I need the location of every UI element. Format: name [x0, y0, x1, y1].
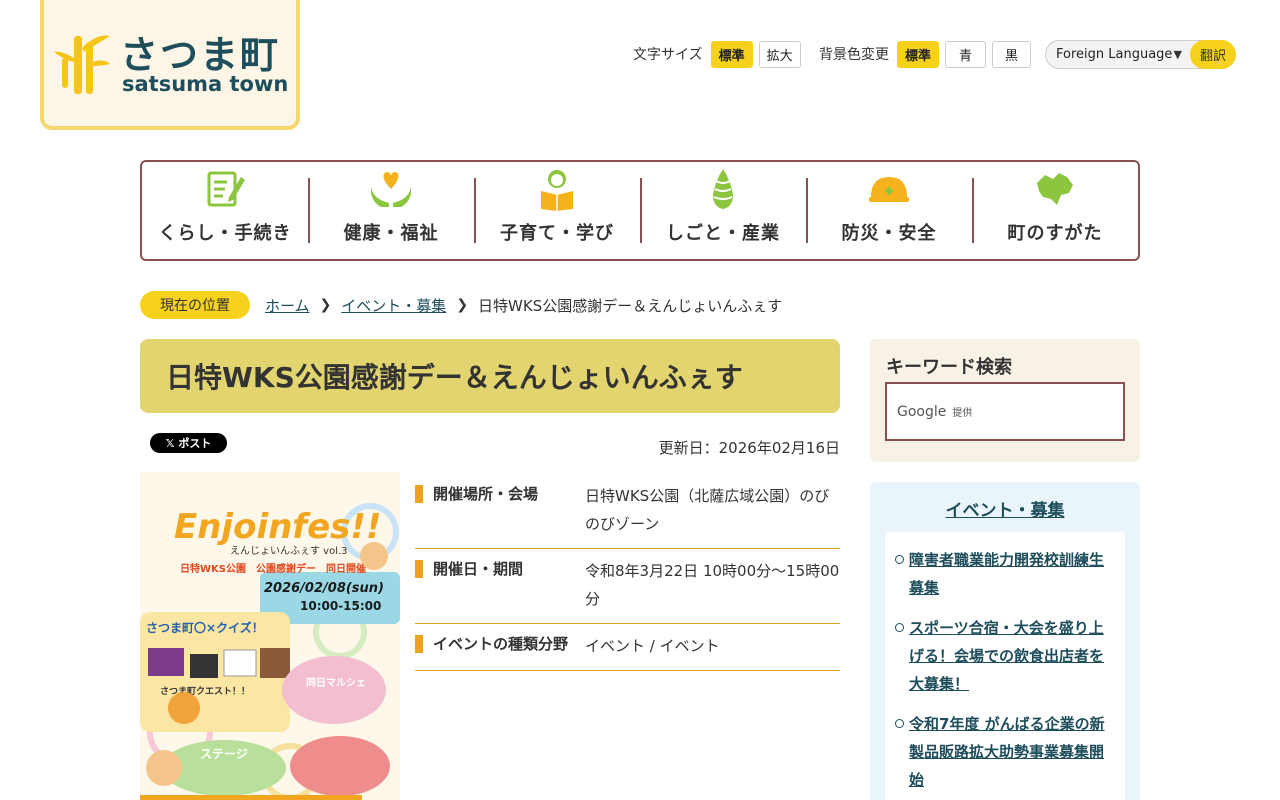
- poster-sub: えんじょいんふぇす vol.3: [230, 545, 348, 557]
- bamboo-logo-icon: [54, 35, 110, 94]
- page-title-box: 日特WKS公園感謝デー＆えんじょいんふぇす: [140, 339, 840, 413]
- event-link[interactable]: スポーツ合宿・大会を盛り上げる！会場での飲食出店者を大募集！: [909, 619, 1104, 693]
- events-sidebar: イベント・募集 障害者職業能力開発校訓練生募集 スポーツ合宿・大会を盛り上げる！…: [870, 482, 1140, 800]
- nav-item-education[interactable]: 子育て・学び: [474, 162, 640, 259]
- global-nav: くらし・手続き 健康・福祉 子育て・学び しごと・産業 防災・安全 町のすがた: [140, 160, 1140, 261]
- language-select[interactable]: Foreign Language: [1046, 47, 1174, 62]
- font-size-label: 文字サイズ: [633, 47, 703, 63]
- poster-quiz: さつま町〇×クイズ！: [146, 620, 264, 635]
- poster-headline: Enjoinfes!!: [174, 507, 381, 547]
- bg-standard-button[interactable]: 標準: [897, 40, 940, 68]
- info-value-date: 令和8年3月22日 10時00分～15時00分: [585, 562, 840, 608]
- search-input[interactable]: Google 提供: [885, 382, 1125, 441]
- info-row-venue: 開催場所・会場 日特WKS公園（北薩広域公園）のびのびゾーン: [415, 474, 840, 549]
- info-row-date: 開催日・期間 令和8年3月22日 10時00分～15時00分: [415, 549, 840, 624]
- info-key-category: イベントの種類分野: [415, 632, 585, 660]
- bg-color-label: 背景色変更: [819, 47, 889, 63]
- town-map-icon: [1037, 173, 1073, 205]
- bg-blue-button[interactable]: 青: [945, 40, 987, 68]
- nav-label-living: くらし・手続き: [158, 223, 292, 244]
- breadcrumb-home-link[interactable]: ホーム: [265, 295, 310, 316]
- nav-item-health[interactable]: 健康・福祉: [308, 162, 474, 259]
- updated-date: 更新日：2026年02月16日: [658, 439, 840, 457]
- poster-time: 10:00-15:00: [300, 599, 381, 613]
- keyword-search-panel: キーワード検索 Google 提供: [870, 339, 1140, 462]
- google-search-label: Google: [897, 403, 947, 420]
- breadcrumb-category-link[interactable]: イベント・募集: [341, 295, 446, 316]
- list-item: 障害者職業能力開発校訓練生募集: [895, 546, 1109, 602]
- list-item: 令和7年度 がんばる企業の新製品販路拡大助勢事業募集開始: [895, 710, 1109, 794]
- event-poster-image[interactable]: Enjoinfes!! えんじょいんふぇす vol.3 日特WKS公園 公園感謝…: [140, 472, 400, 800]
- events-list: 障害者職業能力開発校訓練生募集 スポーツ合宿・大会を盛り上げる！会場での飲食出店…: [885, 532, 1125, 800]
- poster-marche: 同日マルシェ: [306, 677, 366, 689]
- font-size-large-button[interactable]: 拡大: [758, 40, 801, 68]
- info-row-category: イベントの種類分野 イベント / イベント: [415, 624, 840, 671]
- events-sidebar-title[interactable]: イベント・募集: [870, 496, 1140, 521]
- font-size-standard-button[interactable]: 標準: [710, 40, 753, 68]
- nav-label-health: 健康・福祉: [343, 223, 439, 244]
- translate-button[interactable]: 翻訳: [1190, 40, 1236, 69]
- poster-date: 2026/02/08(sun): [264, 581, 384, 596]
- helmet-icon: [869, 177, 909, 202]
- info-value-category: イベント / イベント: [585, 637, 720, 655]
- event-info-table: 開催場所・会場 日特WKS公園（北薩広域公園）のびのびゾーン 開催日・期間 令和…: [415, 474, 840, 671]
- poster-subtitle: 日特WKS公園 公園感謝デー 同日開催: [180, 562, 366, 575]
- event-poster-graphic: Enjoinfes!! えんじょいんふぇす vol.3 日特WKS公園 公園感謝…: [140, 472, 400, 800]
- search-title: キーワード検索: [886, 357, 1012, 378]
- logo-text-jp: さつま町: [120, 33, 281, 77]
- nav-label-education: 子育て・学び: [500, 223, 614, 244]
- heart-hands-icon: [371, 172, 411, 207]
- info-value-venue: 日特WKS公園（北薩広域公園）のびのびゾーン: [585, 487, 830, 533]
- nav-label-safety: 防災・安全: [841, 223, 937, 244]
- event-link[interactable]: 障害者職業能力開発校訓練生募集: [909, 551, 1104, 597]
- info-key-date: 開催日・期間: [415, 557, 585, 613]
- info-key-venue: 開催場所・会場: [415, 482, 585, 538]
- language-selector: Foreign Language ▼ 翻訳: [1045, 40, 1236, 69]
- x-post-button[interactable]: 𝕏 ポスト: [150, 433, 227, 453]
- bg-color-control: 背景色変更 標準 青 黒: [819, 40, 1037, 68]
- font-size-control: 文字サイズ 標準 拡大: [633, 40, 807, 68]
- nav-item-safety[interactable]: 防災・安全: [806, 162, 972, 259]
- nav-label-work: しごと・産業: [666, 223, 780, 244]
- nav-item-living[interactable]: くらし・手続き: [142, 162, 308, 259]
- poster-quest: さつま町クエスト！！: [160, 686, 250, 697]
- chevron-right-icon: ❯: [456, 297, 469, 313]
- form-pencil-icon: [207, 171, 245, 207]
- bg-black-button[interactable]: 黒: [992, 40, 1032, 68]
- chevron-down-icon[interactable]: ▼: [1174, 48, 1182, 61]
- child-book-icon: [541, 170, 573, 211]
- bamboo-shoot-icon: [713, 169, 733, 209]
- google-provided-label: 提供: [952, 408, 973, 419]
- nav-item-work[interactable]: しごと・産業: [640, 162, 806, 259]
- page-title: 日特WKS公園感謝デー＆えんじょいんふぇす: [166, 361, 743, 394]
- list-item: スポーツ合宿・大会を盛り上げる！会場での飲食出店者を大募集！: [895, 614, 1109, 698]
- site-logo[interactable]: さつま町 satsuma town: [40, 0, 300, 130]
- breadcrumb-current: 日特WKS公園感謝デー＆えんじょいんふぇす: [478, 296, 783, 315]
- event-link[interactable]: 令和7年度 がんばる企業の新製品販路拡大助勢事業募集開始: [909, 715, 1105, 789]
- chevron-right-icon: ❯: [319, 297, 332, 313]
- logo-text-en: satsuma town: [122, 72, 289, 96]
- poster-stage: ステージ: [200, 747, 248, 761]
- breadcrumb-badge: 現在の位置: [140, 291, 250, 319]
- breadcrumb: 現在の位置 ホーム ❯ イベント・募集 ❯ 日特WKS公園感謝デー＆えんじょいん…: [140, 291, 782, 319]
- nav-item-town[interactable]: 町のすがた: [972, 162, 1138, 259]
- nav-label-town: 町のすがた: [1007, 223, 1103, 244]
